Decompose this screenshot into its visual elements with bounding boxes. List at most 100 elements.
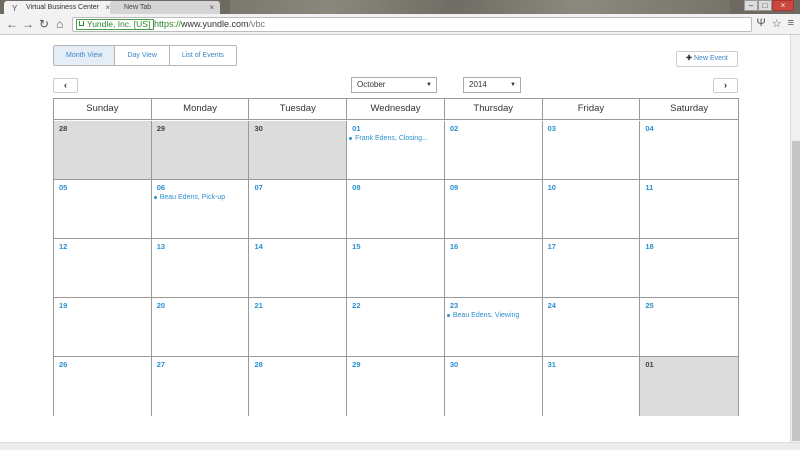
- day-cell[interactable]: 19: [54, 298, 152, 356]
- day-cell[interactable]: 25: [640, 298, 739, 356]
- day-number[interactable]: 12: [59, 242, 67, 251]
- day-number[interactable]: 08: [352, 183, 360, 192]
- day-cell[interactable]: 17: [542, 239, 641, 297]
- next-month-button[interactable]: ›: [713, 78, 738, 93]
- forward-arrow-icon[interactable]: →: [22, 17, 34, 31]
- day-number[interactable]: 01: [645, 360, 653, 369]
- bookmark-star-icon[interactable]: ☆: [772, 17, 782, 30]
- day-number[interactable]: 07: [254, 183, 262, 192]
- day-number[interactable]: 04: [645, 124, 653, 133]
- day-view-tab[interactable]: Day View: [115, 46, 170, 65]
- day-number[interactable]: 24: [548, 301, 556, 310]
- day-number[interactable]: 02: [450, 124, 458, 133]
- ev-certificate-badge[interactable]: Yundle, Inc. [US]: [76, 19, 155, 30]
- day-cell[interactable]: 23 Beau Edens, Viewing: [444, 298, 543, 356]
- day-cell[interactable]: 28: [249, 357, 348, 416]
- day-number[interactable]: 31: [548, 360, 556, 369]
- day-number[interactable]: 30: [450, 360, 458, 369]
- day-number[interactable]: 23: [450, 301, 458, 310]
- day-cell[interactable]: 28: [54, 121, 152, 179]
- day-number[interactable]: 26: [59, 360, 67, 369]
- month-select[interactable]: October ▼: [351, 77, 437, 93]
- day-number[interactable]: 20: [157, 301, 165, 310]
- page-scrollbar[interactable]: [790, 35, 800, 442]
- day-number[interactable]: 25: [645, 301, 653, 310]
- day-number[interactable]: 13: [157, 242, 165, 251]
- day-number[interactable]: 11: [645, 183, 653, 192]
- day-number[interactable]: 01: [352, 124, 360, 133]
- day-cell[interactable]: 09: [444, 180, 543, 238]
- extension-icon[interactable]: Ψ: [757, 17, 766, 30]
- day-number[interactable]: 15: [352, 242, 360, 251]
- day-number[interactable]: 16: [450, 242, 458, 251]
- calendar-event[interactable]: Beau Edens, Pick-up: [153, 194, 225, 201]
- day-cell[interactable]: 30: [444, 357, 543, 416]
- scrollbar-thumb[interactable]: [792, 141, 800, 441]
- day-number[interactable]: 03: [548, 124, 556, 133]
- browser-tab-active[interactable]: Y Virtual Business Center ×: [4, 1, 116, 14]
- menu-icon[interactable]: ≡: [788, 17, 794, 30]
- day-number[interactable]: 29: [157, 124, 165, 133]
- day-number[interactable]: 28: [59, 124, 67, 133]
- new-event-button[interactable]: ✚ New Event: [676, 51, 738, 67]
- prev-month-button[interactable]: ‹: [53, 78, 78, 93]
- day-cell[interactable]: 29: [347, 357, 445, 416]
- day-cell[interactable]: 04: [640, 121, 739, 179]
- day-cell[interactable]: 31: [542, 357, 641, 416]
- minimize-icon[interactable]: –: [744, 0, 758, 11]
- day-cell[interactable]: 29: [151, 121, 250, 179]
- day-cell[interactable]: 27: [151, 357, 250, 416]
- close-tab-icon[interactable]: ×: [209, 3, 214, 12]
- day-cell[interactable]: 08: [347, 180, 445, 238]
- reload-icon[interactable]: ↻: [39, 17, 49, 31]
- day-number[interactable]: 22: [352, 301, 360, 310]
- day-number[interactable]: 19: [59, 301, 67, 310]
- day-number[interactable]: 27: [157, 360, 165, 369]
- day-cell[interactable]: 11: [640, 180, 739, 238]
- day-cell[interactable]: 07: [249, 180, 348, 238]
- day-cell[interactable]: 18: [640, 239, 739, 297]
- day-cell[interactable]: 15: [347, 239, 445, 297]
- day-cell[interactable]: 30: [249, 121, 348, 179]
- calendar-event[interactable]: Frank Edens, Closing...: [349, 135, 428, 142]
- event-dot-icon: [446, 313, 450, 317]
- day-cell[interactable]: 13: [151, 239, 250, 297]
- day-cell[interactable]: 10: [542, 180, 641, 238]
- home-icon[interactable]: ⌂: [56, 17, 63, 31]
- chevron-down-icon: ▼: [426, 82, 432, 88]
- day-number[interactable]: 28: [254, 360, 262, 369]
- day-number[interactable]: 05: [59, 183, 67, 192]
- day-cell[interactable]: 06 Beau Edens, Pick-up: [151, 180, 250, 238]
- day-number[interactable]: 29: [352, 360, 360, 369]
- window-close-icon[interactable]: ×: [772, 0, 794, 11]
- day-cell[interactable]: 02: [444, 121, 543, 179]
- day-number[interactable]: 10: [548, 183, 556, 192]
- day-cell[interactable]: 03: [542, 121, 641, 179]
- maximize-icon[interactable]: □: [758, 0, 772, 11]
- day-number[interactable]: 18: [645, 242, 653, 251]
- day-number[interactable]: 06: [157, 183, 165, 192]
- day-cell[interactable]: 24: [542, 298, 641, 356]
- day-number[interactable]: 21: [254, 301, 262, 310]
- day-number[interactable]: 14: [254, 242, 262, 251]
- day-cell[interactable]: 05: [54, 180, 152, 238]
- day-cell[interactable]: 01: [640, 357, 739, 416]
- day-number[interactable]: 30: [254, 124, 262, 133]
- calendar-event[interactable]: Beau Edens, Viewing: [446, 312, 519, 319]
- month-view-tab[interactable]: Month View: [54, 46, 116, 65]
- day-cell[interactable]: 16: [444, 239, 543, 297]
- day-cell[interactable]: 12: [54, 239, 152, 297]
- browser-tab-new[interactable]: New Tab ×: [110, 1, 220, 14]
- day-number[interactable]: 17: [548, 242, 556, 251]
- list-of-events-tab[interactable]: List of Events: [169, 46, 236, 65]
- day-number[interactable]: 09: [450, 183, 458, 192]
- day-cell[interactable]: 26: [54, 357, 152, 416]
- day-cell[interactable]: 21: [249, 298, 348, 356]
- day-cell[interactable]: 22: [347, 298, 445, 356]
- address-bar[interactable]: Yundle, Inc. [US] https://www.yundle.com…: [72, 17, 752, 32]
- day-cell[interactable]: 20: [151, 298, 250, 356]
- back-arrow-icon[interactable]: ←: [6, 17, 18, 31]
- day-cell[interactable]: 14: [249, 239, 348, 297]
- day-cell[interactable]: 01 Frank Edens, Closing...: [347, 121, 445, 179]
- year-select[interactable]: 2014 ▼: [463, 77, 521, 93]
